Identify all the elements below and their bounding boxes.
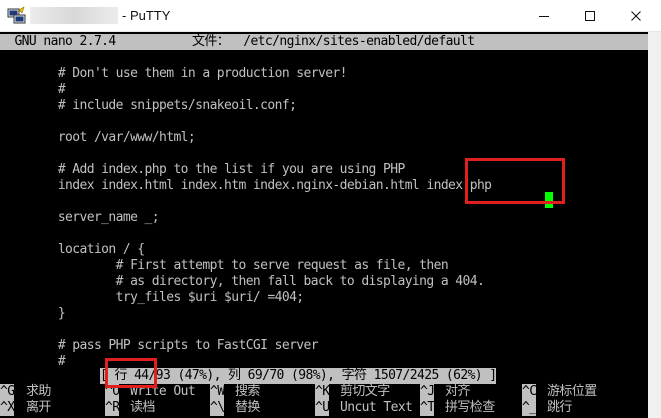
editor-line[interactable]: server_name _;	[0, 210, 160, 226]
editor-line[interactable]: index index.html index.htm index.nginx-d…	[0, 178, 492, 194]
editor-line[interactable]: # First attempt to serve request as file…	[0, 258, 449, 274]
shortcut-key: ^C	[522, 384, 537, 400]
highlight-box-line-number	[105, 358, 157, 388]
shortcut-label[interactable]: 求助	[26, 384, 51, 400]
editor-line[interactable]: #	[0, 354, 66, 370]
file-path: /etc/nginx/sites-enabled/default	[236, 34, 475, 49]
nano-header-bar: GNU nano 2.7.4 文件： /etc/nginx/sites-enab…	[0, 34, 648, 50]
shortcut-label[interactable]: 读档	[130, 400, 155, 416]
putty-app-icon[interactable]	[7, 6, 27, 26]
editor-line[interactable]: root /var/www/html;	[0, 130, 196, 146]
shortcut-key: ^U	[315, 400, 330, 416]
shortcut-key: ^K	[315, 384, 330, 400]
editor-line[interactable]: }	[0, 306, 66, 322]
shortcut-label[interactable]: 游标位置	[547, 384, 597, 400]
shortcut-label[interactable]: 对齐	[445, 384, 470, 400]
highlight-box-index-php	[465, 158, 565, 204]
editor-line[interactable]: # Don't use them in a production server!	[0, 66, 348, 82]
shortcut-key: ^X	[0, 400, 15, 416]
window-title: - PuTTY	[122, 8, 171, 23]
shortcut-label[interactable]: Uncut Text	[340, 400, 413, 416]
shortcut-key: ^G	[0, 384, 15, 400]
vertical-scrollbar[interactable]	[648, 32, 661, 418]
redacted-hostname	[30, 7, 118, 24]
shortcut-key: ^J	[420, 384, 435, 400]
editor-line[interactable]: #	[0, 82, 66, 98]
editor-line[interactable]: # as directory, then fall back to displa…	[0, 274, 485, 290]
shortcut-key: ^_	[522, 400, 537, 416]
minimize-button[interactable]	[521, 0, 567, 32]
shortcut-label[interactable]: 拼写检查	[445, 400, 495, 416]
editor-line[interactable]: # Add index.php to the list if you are u…	[0, 162, 405, 178]
editor-line[interactable]: # include snippets/snakeoil.conf;	[0, 98, 297, 114]
editor-line[interactable]: # pass PHP scripts to FastCGI server	[0, 338, 319, 354]
shortcut-label[interactable]: 替换	[235, 400, 260, 416]
maximize-button[interactable]	[567, 0, 613, 32]
close-button[interactable]	[613, 0, 659, 32]
editor-line[interactable]: try_files $uri $uri/ =404;	[0, 290, 305, 306]
shortcut-label[interactable]: 搜索	[235, 384, 260, 400]
terminal-screen[interactable]: GNU nano 2.7.4 文件： /etc/nginx/sites-enab…	[0, 32, 648, 418]
maximize-icon	[585, 11, 595, 21]
nano-version: GNU nano 2.7.4	[0, 34, 116, 49]
close-icon	[631, 11, 641, 21]
status-bar: [ 行 44/93 (47%), 列 69/70 (98%), 字符 1507/…	[100, 368, 497, 384]
shortcut-key: ^R	[105, 400, 120, 416]
shortcut-key: ^\	[210, 400, 225, 416]
editor-line[interactable]: location / {	[0, 242, 145, 258]
shortcut-key: ^W	[210, 384, 225, 400]
window-titlebar: - PuTTY	[0, 0, 661, 32]
shortcut-label[interactable]: 跳行	[547, 400, 572, 416]
shortcut-label[interactable]: 剪切文字	[340, 384, 390, 400]
minimize-icon	[539, 16, 549, 17]
shortcut-label[interactable]: 离开	[26, 400, 51, 416]
shortcut-key: ^T	[420, 400, 435, 416]
file-label: 文件：	[192, 34, 230, 49]
